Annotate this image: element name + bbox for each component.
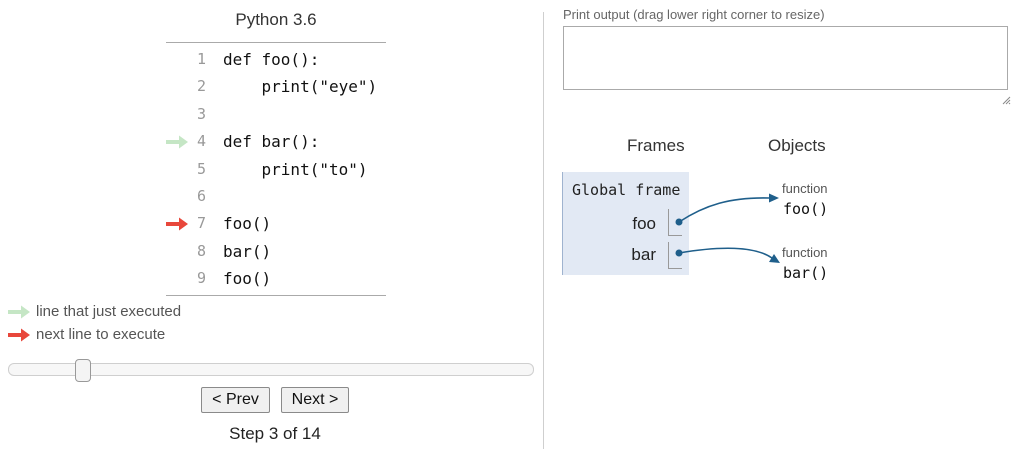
pointer-arrows [675, 193, 780, 263]
pointer-foo [675, 193, 779, 226]
pointer-bar [675, 247, 780, 263]
